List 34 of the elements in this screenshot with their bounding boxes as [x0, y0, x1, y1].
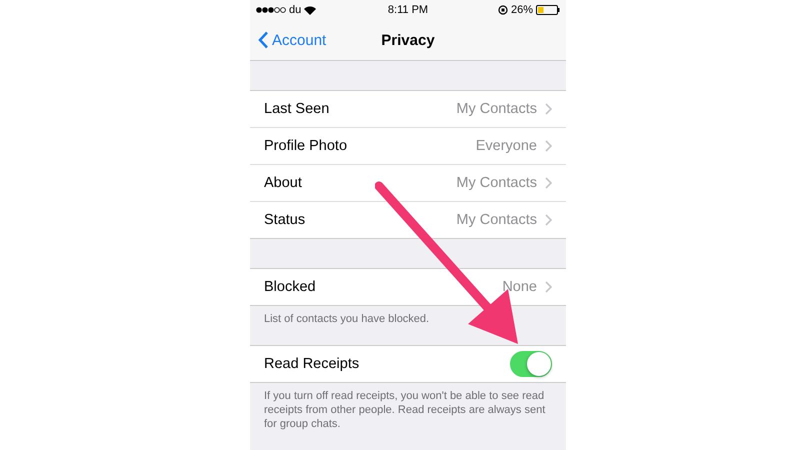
settings-row[interactable]: Last Seen My Contacts — [250, 91, 566, 127]
row-label: Last Seen — [264, 101, 330, 117]
row-label: About — [264, 175, 303, 191]
carrier-name: du — [289, 4, 302, 16]
toggle-switch[interactable] — [510, 351, 552, 377]
wifi-icon — [304, 6, 316, 14]
row-value: My Contacts — [456, 101, 537, 117]
chevron-right-icon — [545, 214, 552, 226]
section-footer: If you turn off read receipts, you won't be able to see read receipts from other people. Read receipts are always sent for group chats. — [250, 383, 566, 431]
signal-icon — [256, 7, 286, 13]
settings-row[interactable]: Blocked None — [250, 269, 566, 305]
chevron-left-icon — [258, 31, 269, 49]
screen-title: Privacy — [380, 32, 436, 48]
section-footer: List of contacts you have blocked. — [250, 306, 566, 345]
settings-row[interactable]: Profile Photo Everyone — [250, 127, 566, 164]
settings-row[interactable]: About My Contacts — [250, 164, 566, 201]
back-button[interactable]: Account — [250, 30, 332, 50]
rotation-lock-icon — [498, 5, 508, 15]
row-label: Status — [264, 212, 306, 228]
row-value: Everyone — [476, 138, 537, 154]
chevron-right-icon — [545, 281, 552, 293]
row-value: My Contacts — [456, 212, 537, 228]
row-label: Profile Photo — [264, 138, 348, 154]
row-label: Read Receipts — [264, 356, 360, 372]
row-value: None — [502, 279, 537, 295]
row-label: Blocked — [264, 279, 317, 295]
settings-row[interactable]: Status My Contacts — [250, 201, 566, 238]
chevron-right-icon — [545, 140, 552, 152]
status-time: 8:11 PM — [388, 4, 428, 16]
row-value: My Contacts — [456, 175, 537, 191]
battery-percent: 26% — [510, 4, 533, 16]
battery-icon — [536, 5, 560, 15]
chevron-right-icon — [545, 103, 552, 115]
chevron-right-icon — [545, 177, 552, 189]
